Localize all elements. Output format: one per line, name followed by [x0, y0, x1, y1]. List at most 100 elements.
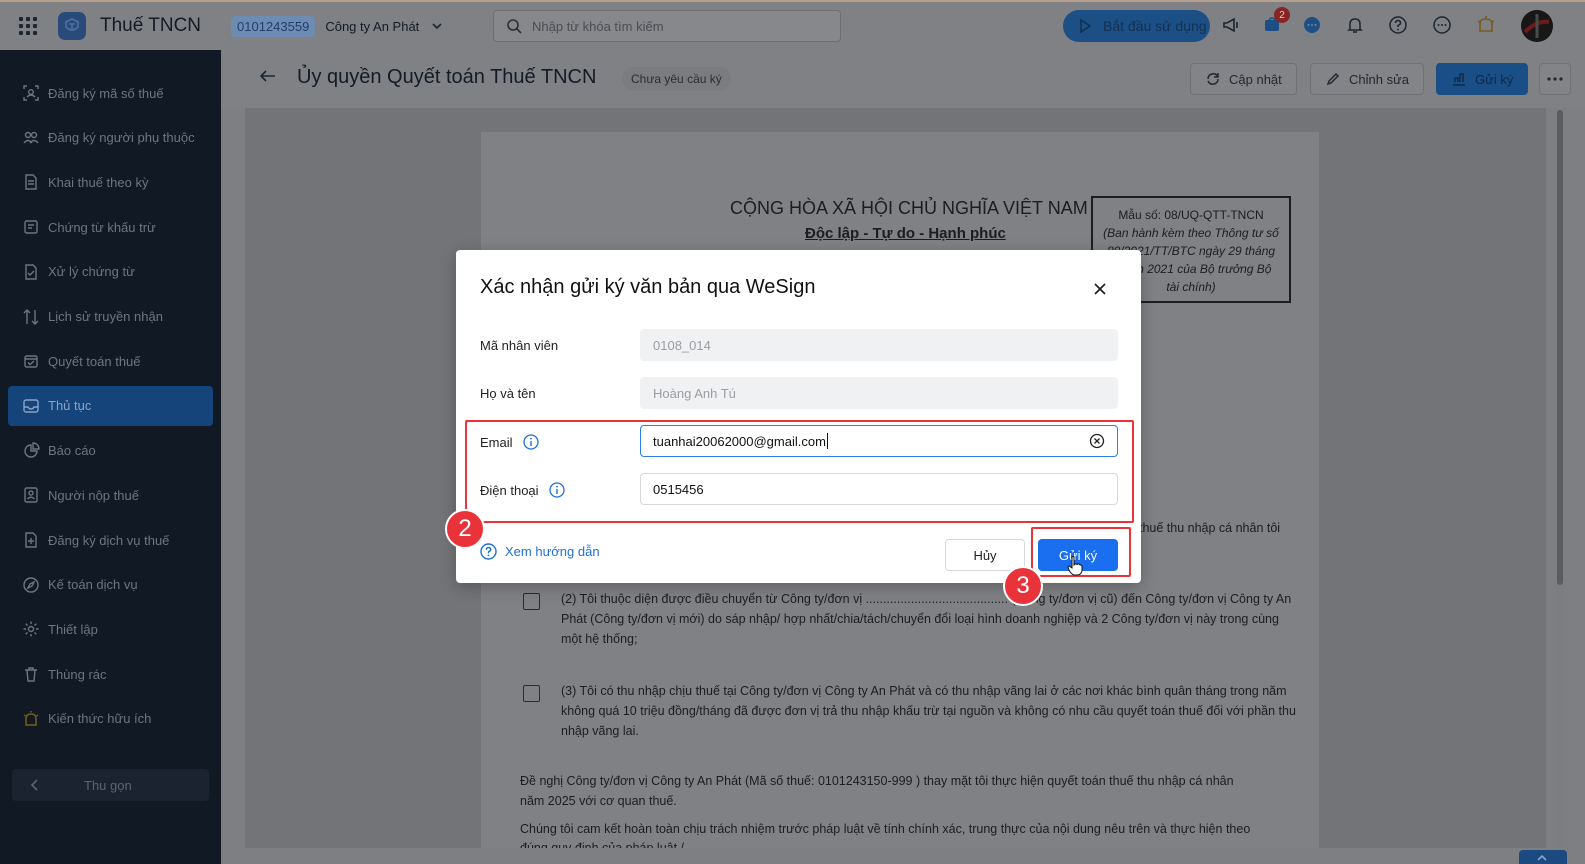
- user-avatar[interactable]: [1521, 10, 1553, 42]
- chat-icon[interactable]: [1300, 13, 1324, 37]
- sidebar-item[interactable]: Lịch sử truyền nhận: [8, 297, 213, 337]
- sidebar-item-label: Đăng ký dịch vụ thuế: [48, 532, 170, 548]
- collapse-label: Thu gọn: [84, 777, 132, 793]
- document-check-icon: [22, 263, 40, 281]
- trash-icon: [22, 665, 40, 683]
- register-icon: [22, 531, 40, 549]
- chevron-up-icon: [1537, 854, 1547, 861]
- transfer-icon: [22, 308, 40, 326]
- app-title: Thuế TNCN: [100, 15, 202, 36]
- help-icon[interactable]: [1386, 13, 1410, 37]
- employee-code-label: Mã nhân viên: [480, 338, 558, 353]
- compass-icon: [22, 576, 40, 594]
- dialog-title: Xác nhận gửi ký văn bản qua WeSign: [480, 276, 816, 298]
- chevron-down-icon[interactable]: [431, 19, 445, 33]
- help-circle-icon: [480, 543, 497, 560]
- send-sign-header-label: Gửi ký: [1475, 71, 1514, 87]
- update-label: Cập nhật: [1229, 71, 1282, 87]
- highlight-email-phone: [465, 420, 1134, 523]
- cancel-button[interactable]: Hủy: [945, 539, 1025, 571]
- full-name-label: Họ và tên: [480, 386, 536, 401]
- play-icon: [1080, 18, 1092, 34]
- company-selector[interactable]: Công ty An Phát: [325, 19, 419, 34]
- full-name-label-text: Họ và tên: [480, 386, 536, 401]
- view-guide-link[interactable]: Xem hướng dẫn: [480, 543, 600, 560]
- search-icon: [507, 19, 522, 34]
- step-3-marker: 3: [1003, 566, 1043, 606]
- update-button[interactable]: Cập nhật: [1190, 63, 1297, 95]
- send-sign-header-button[interactable]: Gửi ký: [1436, 63, 1529, 95]
- sidebar-item[interactable]: Chứng từ khấu trừ: [8, 207, 213, 247]
- sidebar-item[interactable]: Khai thuế theo kỳ: [8, 162, 213, 202]
- sidebar-item-label: Báo cáo: [48, 443, 96, 459]
- receipt-icon: [22, 218, 40, 236]
- edit-button[interactable]: Chỉnh sửa: [1310, 63, 1425, 95]
- collapse-sidebar-button[interactable]: Thu gọn: [12, 769, 209, 801]
- cart-badge: 2: [1274, 7, 1290, 23]
- start-using-button[interactable]: Bắt đầu sử dụng: [1063, 10, 1210, 42]
- sidebar-item[interactable]: Thủ tục: [8, 385, 213, 426]
- sidebar-item-label: Đăng ký mã số thuế: [48, 85, 164, 101]
- employee-code-field: 0108_014: [640, 329, 1118, 361]
- commit-line-1: Chúng tôi cam kết hoàn toàn chịu trách n…: [520, 822, 1251, 836]
- app-logo-icon: [58, 12, 86, 40]
- sidebar-item[interactable]: Thùng rác: [8, 654, 213, 694]
- more-options-icon[interactable]: [1539, 63, 1571, 95]
- calendar-check-icon: [22, 352, 40, 370]
- sidebar-item-label: Chứng từ khấu trừ: [48, 219, 156, 235]
- sidebar-item[interactable]: Kiến thức hữu ích: [8, 699, 213, 739]
- sidebar-item[interactable]: Thiết lập: [8, 609, 213, 649]
- sidebar-item[interactable]: Đăng ký mã số thuế: [8, 73, 213, 113]
- sidebar-item[interactable]: Xử lý chứng từ: [8, 252, 213, 292]
- knowledge-icon[interactable]: [1474, 13, 1498, 37]
- chevron-left-icon: [30, 779, 38, 791]
- sidebar-item-label: Kế toán dịch vụ: [48, 577, 138, 593]
- more-apps-icon[interactable]: [1430, 13, 1454, 37]
- hand-cursor-icon: [1067, 556, 1083, 576]
- sidebar-item[interactable]: Kế toán dịch vụ: [8, 565, 213, 605]
- view-guide-label: Xem hướng dẫn: [505, 544, 600, 559]
- sidebar-item[interactable]: Quyết toán thuế: [8, 341, 213, 381]
- sidebar-item[interactable]: Báo cáo: [8, 431, 213, 471]
- sign-icon: [1453, 73, 1465, 86]
- sidebar-item[interactable]: Người nộp thuế: [8, 475, 213, 515]
- step-2-marker: 2: [445, 509, 485, 549]
- sidebar-item-label: Thủ tục: [48, 398, 92, 414]
- status-badge: Chưa yêu cầu ký: [622, 67, 731, 91]
- scrollbar-thumb[interactable]: [1557, 110, 1563, 585]
- option-2-checkbox[interactable]: [523, 593, 540, 610]
- form-code: Mẫu số: 08/UQ-QTT-TNCN: [1118, 208, 1264, 222]
- app-launcher-icon[interactable]: [0, 2, 56, 50]
- lightbulb-icon: [22, 710, 40, 728]
- page-title: Ủy quyền Quyết toán Thuế TNCN: [297, 66, 597, 88]
- edit-label: Chỉnh sửa: [1349, 71, 1410, 87]
- scroll-to-top-button[interactable]: [1519, 850, 1567, 864]
- start-using-label: Bắt đầu sử dụng: [1103, 18, 1207, 34]
- option-3-checkbox[interactable]: [523, 685, 540, 702]
- request-line-1: Đề nghị Công ty/đơn vị Công ty An Phát (…: [520, 774, 1234, 788]
- gear-icon: [22, 620, 40, 638]
- sidebar-item[interactable]: Đăng ký dịch vụ thuế: [8, 520, 213, 560]
- refresh-icon: [1207, 73, 1219, 85]
- cart-icon[interactable]: 2: [1260, 7, 1290, 37]
- back-arrow-icon[interactable]: [258, 66, 278, 86]
- sidebar-item-label: Lịch sử truyền nhận: [48, 309, 163, 324]
- tax-code-badge[interactable]: 0101243559: [231, 15, 316, 37]
- megaphone-icon[interactable]: [1219, 13, 1243, 37]
- sidebar-item-label: Khai thuế theo kỳ: [48, 174, 149, 190]
- notification-bell-icon[interactable]: [1343, 13, 1367, 37]
- sidebar-item-label: Người nộp thuế: [48, 487, 139, 503]
- inbox-icon: [22, 397, 40, 415]
- document-heading: CỘNG HÒA XÃ HỘI CHỦ NGHĨA VIỆT NAM: [730, 198, 1088, 218]
- commit-line-2: đúng quy định của pháp luật./.: [520, 841, 688, 848]
- close-icon[interactable]: [1090, 279, 1110, 299]
- users-icon: [22, 129, 40, 147]
- pencil-icon: [1326, 72, 1340, 86]
- search-input[interactable]: Nhập từ khóa tìm kiếm: [493, 10, 841, 42]
- document-motto: Độc lập - Tự do - Hạnh phúc: [805, 225, 1006, 242]
- sidebar-item-label: Đăng ký người phụ thuộc: [48, 130, 195, 146]
- document-partial-line: thuế thu nhập cá nhân tôi: [1139, 521, 1281, 535]
- option-3-text: (3) Tôi có thu nhập chịu thuế tại Công t…: [561, 684, 1296, 738]
- id-scan-icon: [22, 84, 40, 102]
- sidebar-item[interactable]: Đăng ký người phụ thuộc: [8, 118, 213, 158]
